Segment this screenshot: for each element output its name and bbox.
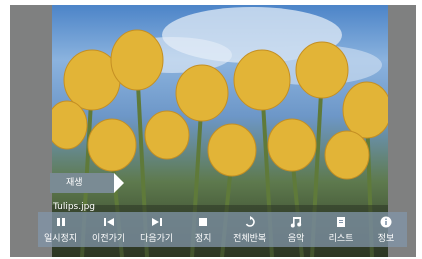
list-icon xyxy=(336,215,346,229)
previous-icon xyxy=(103,215,115,229)
stop-icon xyxy=(198,215,208,229)
photo-viewer-frame: 재생 Tulips.jpg 일시정지 이전가기 다음가기 정지 전체반복 음악 … xyxy=(10,5,416,257)
next-icon xyxy=(151,215,163,229)
music-button[interactable]: 음악 xyxy=(281,212,311,247)
stop-button[interactable]: 정지 xyxy=(188,212,218,247)
stop-label: 정지 xyxy=(194,234,212,244)
list-label: 리스트 xyxy=(328,234,354,244)
control-bar: 일시정지 이전가기 다음가기 정지 전체반복 음악 리스트 정보 xyxy=(38,212,407,247)
previous-button[interactable]: 이전가기 xyxy=(92,212,125,247)
info-icon xyxy=(380,215,392,229)
next-button[interactable]: 다음가기 xyxy=(140,212,173,247)
repeat-all-button[interactable]: 전체반복 xyxy=(233,212,266,247)
repeat-all-icon xyxy=(244,215,256,229)
next-label: 다음가기 xyxy=(140,234,174,244)
info-label: 정보 xyxy=(377,234,395,244)
file-name: Tulips.jpg xyxy=(53,202,96,212)
pause-icon xyxy=(56,215,66,229)
list-button[interactable]: 리스트 xyxy=(326,212,356,247)
info-button[interactable]: 정보 xyxy=(371,212,401,247)
play-arrow-icon[interactable] xyxy=(114,173,124,193)
music-label: 음악 xyxy=(287,234,305,244)
pause-label: 일시정지 xyxy=(44,234,78,244)
music-icon xyxy=(290,215,302,229)
pause-button[interactable]: 일시정지 xyxy=(44,212,77,247)
previous-label: 이전가기 xyxy=(92,234,126,244)
play-button[interactable]: 재생 xyxy=(50,173,114,193)
repeat-all-label: 전체반복 xyxy=(233,234,267,244)
